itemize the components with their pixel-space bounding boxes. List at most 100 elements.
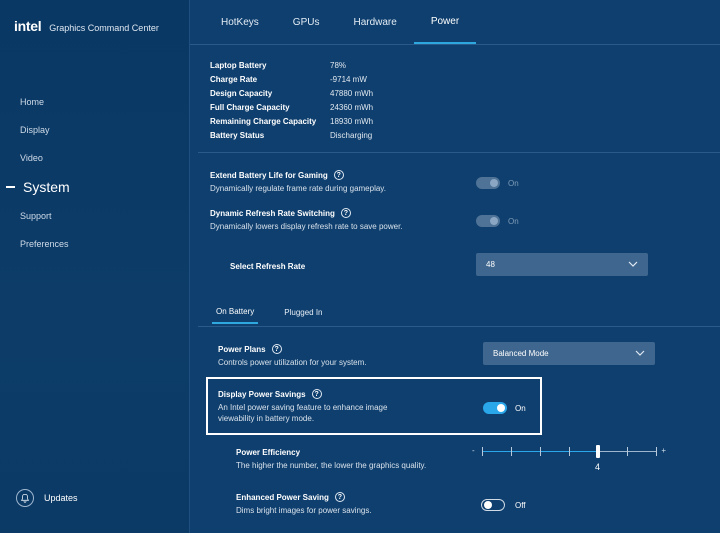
slider-tick [482,447,483,456]
enhanced-power-saving-state: Off [515,501,526,510]
active-indicator [6,186,15,188]
info-row: Full Charge Capacity 24360 mWh [210,100,373,114]
display-power-savings-toggle[interactable] [483,402,507,414]
extend-battery-title: Extend Battery Life for Gaming [210,170,328,180]
help-icon[interactable]: ? [311,389,322,399]
help-icon[interactable]: ? [271,344,282,354]
sidebar-item-label: Home [20,97,45,107]
toggle-knob [490,179,498,187]
help-icon[interactable]: ? [333,170,344,180]
info-value: 24360 mWh [330,102,374,112]
setting-desc: An Intel power saving feature to enhance… [218,402,387,424]
sidebar-item-label: Video [20,153,43,163]
slider-thumb[interactable] [596,445,600,458]
slider-max-label: + [661,446,666,455]
info-label: Charge Rate [210,74,258,84]
bell-icon [16,489,34,507]
updates-label: Updates [44,493,78,503]
power-subtabs: On Battery Plugged In [212,300,327,324]
sidebar: intel Graphics Command Center Home Displ… [0,0,190,533]
slider-tick [511,447,512,456]
display-power-savings-state: On [515,404,526,413]
enhanced-power-saving-toggle[interactable] [481,499,505,511]
tab-power[interactable]: Power [413,0,477,44]
display-power-savings-setting: Display Power Savings ? An Intel power s… [218,389,387,424]
sidebar-item-preferences[interactable]: Preferences [0,230,190,258]
battery-info: Laptop Battery 78% Charge Rate -9714 mW … [210,58,373,142]
info-row: Design Capacity 47880 mWh [210,86,373,100]
refresh-rate-value: 48 [486,260,495,269]
refresh-rate-select[interactable]: 48 [476,253,648,276]
dynamic-refresh-state: On [508,217,519,226]
slider-tick [656,447,657,456]
main-panel: HotKeys GPUs Hardware Power Laptop Batte… [190,0,720,533]
display-power-savings-desc-line1: An Intel power saving feature to enhance… [218,403,388,412]
power-efficiency-desc: The higher the number, the lower the gra… [236,461,427,470]
toggle-knob [497,404,505,412]
power-efficiency-setting: Power Efficiency The higher the number, … [236,448,426,471]
toggle-knob [490,217,498,225]
toggle-knob [484,501,492,509]
help-icon[interactable]: ? [334,492,345,502]
sidebar-item-system[interactable]: System [0,172,190,202]
info-row: Remaining Charge Capacity 18930 mWh [210,114,373,128]
section-divider [198,152,720,153]
setting-title: Dynamic Refresh Rate Switching ? [210,208,403,218]
slider-tick [569,447,570,456]
help-icon[interactable]: ? [340,208,351,218]
info-value: Discharging [330,130,373,140]
enhanced-power-saving-title: Enhanced Power Saving [236,492,329,502]
info-value: -9714 mW [330,74,367,84]
brand: intel Graphics Command Center [14,18,159,34]
setting-title: Extend Battery Life for Gaming ? [210,170,386,180]
power-plans-desc: Controls power utilization for your syst… [218,358,367,367]
slider-tick [627,447,628,456]
power-efficiency-title: Power Efficiency [236,448,301,457]
dynamic-refresh-toggle[interactable] [476,215,500,227]
info-value: 47880 mWh [330,88,374,98]
dynamic-refresh-title: Dynamic Refresh Rate Switching [210,208,335,218]
app-name: Graphics Command Center [49,23,159,33]
enhanced-power-saving-desc: Dims bright images for power savings. [236,506,372,515]
updates-button[interactable]: Updates [16,489,78,507]
info-label: Remaining Charge Capacity [210,116,317,126]
tab-gpus[interactable]: GPUs [276,0,337,44]
slider-value: 4 [595,462,601,472]
tab-hardware[interactable]: Hardware [336,0,413,44]
refresh-rate-label: Select Refresh Rate [230,262,306,271]
top-tabs: HotKeys GPUs Hardware Power [204,0,477,44]
power-plans-select[interactable]: Balanced Mode [483,342,655,365]
slider-tick [540,447,541,456]
extend-battery-setting: Extend Battery Life for Gaming ? Dynamic… [210,170,386,194]
sidebar-item-display[interactable]: Display [0,116,190,144]
info-row: Charge Rate -9714 mW [210,72,373,86]
sidebar-item-label: Preferences [20,239,69,249]
setting-title: Enhanced Power Saving ? [236,492,372,502]
chevron-down-icon [635,349,645,358]
sidebar-item-support[interactable]: Support [0,202,190,230]
app-window: intel Graphics Command Center Home Displ… [0,0,720,533]
subtab-plugged-in[interactable]: Plugged In [280,300,326,324]
power-plans-value: Balanced Mode [493,349,549,358]
info-label: Full Charge Capacity [210,102,290,112]
dynamic-refresh-setting: Dynamic Refresh Rate Switching ? Dynamic… [210,208,403,232]
chevron-down-icon [628,260,638,269]
sidebar-item-video[interactable]: Video [0,144,190,172]
extend-battery-toggle[interactable] [476,177,500,189]
power-efficiency-slider[interactable]: - + 4 [472,440,666,472]
info-row: Laptop Battery 78% [210,58,373,72]
info-label: Design Capacity [210,88,273,98]
enhanced-power-saving-setting: Enhanced Power Saving ? Dims bright imag… [236,492,372,516]
sidebar-item-home[interactable]: Home [0,88,190,116]
sidebar-item-label: Display [20,125,50,135]
intel-logo: intel [14,18,42,34]
sidebar-nav: Home Display Video System Support Prefer… [0,88,190,258]
info-label: Battery Status [210,130,265,140]
dynamic-refresh-desc: Dynamically lowers display refresh rate … [210,222,403,231]
extend-battery-desc: Dynamically regulate frame rate during g… [210,184,386,193]
display-power-savings-title: Display Power Savings [218,389,306,399]
slider-min-label: - [472,446,475,455]
tab-hotkeys[interactable]: HotKeys [204,0,276,44]
info-row: Battery Status Discharging [210,128,373,142]
subtab-on-battery[interactable]: On Battery [212,300,259,324]
